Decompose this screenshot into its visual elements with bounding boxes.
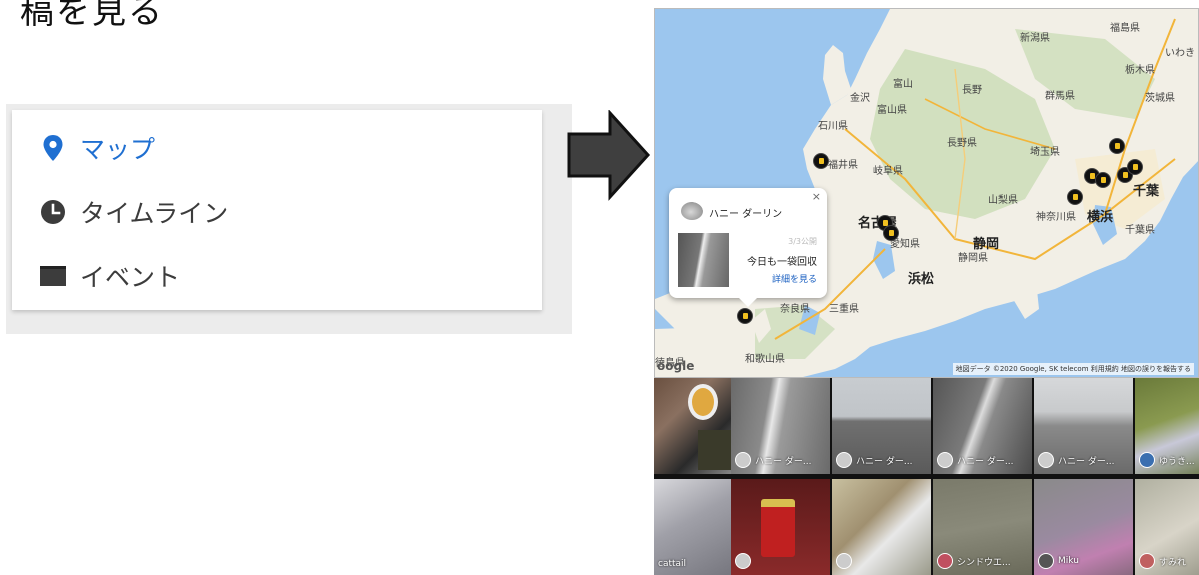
map-view[interactable]: 新潟県 福島県 いわき 栃木県 茨城県 群馬県 長野 長野県 富山 金沢 富山県… xyxy=(654,8,1199,378)
avatar xyxy=(937,553,953,569)
map-label: 浜松 xyxy=(908,272,935,287)
avatar xyxy=(1139,553,1155,569)
map-label: 横浜 xyxy=(1087,210,1114,225)
map-marker[interactable] xyxy=(1067,189,1083,205)
photo-caption: ゆうき... xyxy=(1139,452,1195,468)
map-label: 三重県 xyxy=(829,304,859,315)
map-pin-icon xyxy=(38,133,68,163)
map-label: 栃木県 xyxy=(1125,65,1155,76)
google-logo: oogle xyxy=(657,359,695,373)
photo-caption: ハニー ダー... xyxy=(735,452,811,468)
photo-tile[interactable]: ハニー ダー... xyxy=(832,378,931,474)
popup-date: 3/3公開 xyxy=(788,237,817,246)
map-label: 千葉 xyxy=(1133,184,1160,199)
photo-caption: ハニー ダー... xyxy=(836,452,912,468)
photo-tile[interactable]: すみれ xyxy=(1135,479,1199,575)
menu-item-event[interactable]: イベント xyxy=(38,256,180,296)
details-link[interactable]: 詳細を見る xyxy=(772,272,817,285)
menu-item-label: タイムライン xyxy=(80,199,229,228)
map-label: 山梨県 xyxy=(988,195,1018,206)
clock-icon xyxy=(38,197,68,227)
photo-grid: ハニー ダー... ハニー ダー... ハニー ダー... ハニー ダー... … xyxy=(654,378,1199,575)
map-marker[interactable] xyxy=(737,308,753,324)
map-label: 静岡県 xyxy=(958,253,988,264)
map-marker[interactable] xyxy=(813,153,829,169)
photo-tile[interactable] xyxy=(731,479,830,575)
popup-username[interactable]: ハニー ダーリン xyxy=(709,205,782,220)
close-icon[interactable]: × xyxy=(812,190,821,203)
photo-caption xyxy=(735,553,755,569)
avatar xyxy=(681,202,703,220)
map-label: 群馬県 xyxy=(1045,91,1075,102)
map-label: 新潟県 xyxy=(1020,33,1050,44)
map-marker[interactable] xyxy=(1127,159,1143,175)
map-label: 和歌山県 xyxy=(745,354,785,365)
photo-tile[interactable]: シンドウエ... xyxy=(933,479,1032,575)
map-label: 神奈川県 xyxy=(1036,212,1076,223)
avatar xyxy=(735,553,751,569)
post-popup[interactable]: × ハニー ダーリン 3/3公開 今日も一袋回収 詳細を見る xyxy=(669,188,827,307)
avatar xyxy=(836,553,852,569)
avatar xyxy=(735,452,751,468)
avatar xyxy=(1038,553,1054,569)
map-label: 茨城県 xyxy=(1145,93,1175,104)
photo-caption: すみれ xyxy=(1139,553,1186,569)
page-heading: 稿を見る xyxy=(20,0,164,32)
photo-caption: シンドウエ... xyxy=(937,553,1011,569)
map-attribution: 地図データ ©2020 Google, SK telecom 利用規約 地図の誤… xyxy=(952,363,1194,375)
map-label: いわき xyxy=(1165,48,1195,59)
photo-tile[interactable]: ゆうき... xyxy=(1135,378,1199,474)
photo-tile[interactable]: ハニー ダー... xyxy=(731,378,830,474)
photo-tile[interactable] xyxy=(832,479,931,575)
avatar xyxy=(836,452,852,468)
map-label: 金沢 xyxy=(850,93,870,104)
photo-object xyxy=(688,384,718,420)
avatar xyxy=(1038,452,1054,468)
popup-thumbnail[interactable] xyxy=(678,233,729,287)
photo-tile[interactable]: ハニー ダー... xyxy=(1034,378,1133,474)
map-marker[interactable] xyxy=(1109,138,1125,154)
map-marker[interactable] xyxy=(1095,172,1111,188)
popup-title: 今日も一袋回収 xyxy=(747,257,817,268)
menu-item-map[interactable]: マップ xyxy=(38,128,155,168)
photo-caption: cattail xyxy=(658,559,687,569)
map-label: 福島県 xyxy=(1110,23,1140,34)
map-label: 福井県 xyxy=(828,160,858,171)
map-marker[interactable] xyxy=(883,225,899,241)
navigation-menu: マップ タイムライン イベント xyxy=(12,110,542,310)
map-label: 長野 xyxy=(962,85,982,96)
event-card-icon xyxy=(38,261,68,291)
map-label: 富山 xyxy=(893,79,913,90)
map-label: 埼玉県 xyxy=(1030,147,1060,158)
map-label: 奈良県 xyxy=(780,304,810,315)
map-label: 石川県 xyxy=(818,121,848,132)
avatar xyxy=(937,452,953,468)
menu-item-timeline[interactable]: タイムライン xyxy=(38,192,228,232)
photo-caption: Miku xyxy=(1038,553,1079,569)
map-label: 長野県 xyxy=(947,138,977,149)
avatar xyxy=(1139,452,1155,468)
right-arrow-icon xyxy=(566,109,652,210)
photo-tile[interactable]: ハニー ダー... xyxy=(933,378,1032,474)
photo-object xyxy=(761,499,795,557)
map-label: 千葉県 xyxy=(1125,225,1155,236)
menu-item-label: イベント xyxy=(80,263,181,292)
map-label: 富山県 xyxy=(877,105,907,116)
map-label: 岐阜県 xyxy=(873,166,903,177)
photo-tile[interactable]: Miku xyxy=(1034,479,1133,575)
photo-caption: ハニー ダー... xyxy=(1038,452,1114,468)
photo-caption xyxy=(836,553,856,569)
photo-caption: ハニー ダー... xyxy=(937,452,1013,468)
menu-item-label: マップ xyxy=(80,135,156,164)
